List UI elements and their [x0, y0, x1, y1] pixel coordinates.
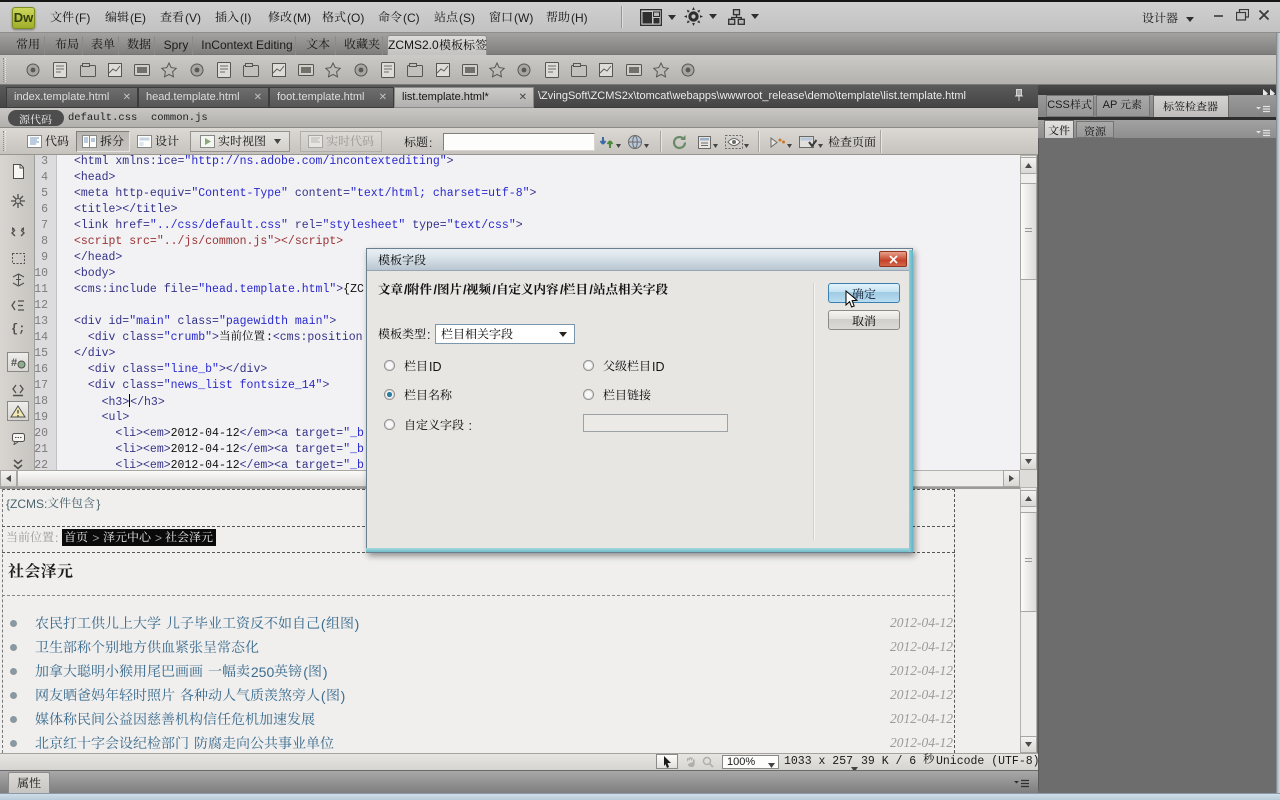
svg-text:{;}: {;} [11, 322, 26, 335]
svg-text:#: # [11, 357, 17, 369]
